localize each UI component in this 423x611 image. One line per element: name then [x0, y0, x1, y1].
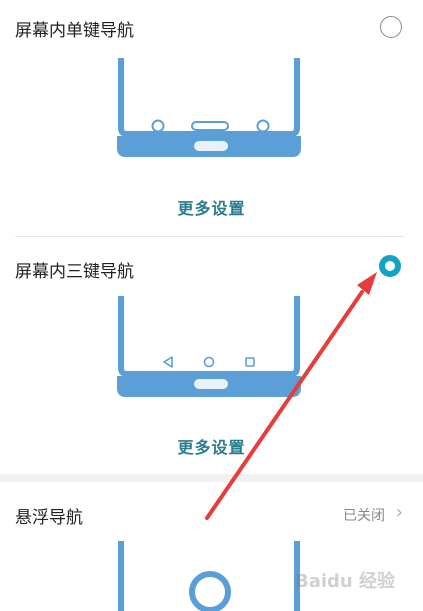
annotation-arrow [205, 272, 377, 520]
watermark-logo: Baidu 经验 [294, 571, 395, 592]
